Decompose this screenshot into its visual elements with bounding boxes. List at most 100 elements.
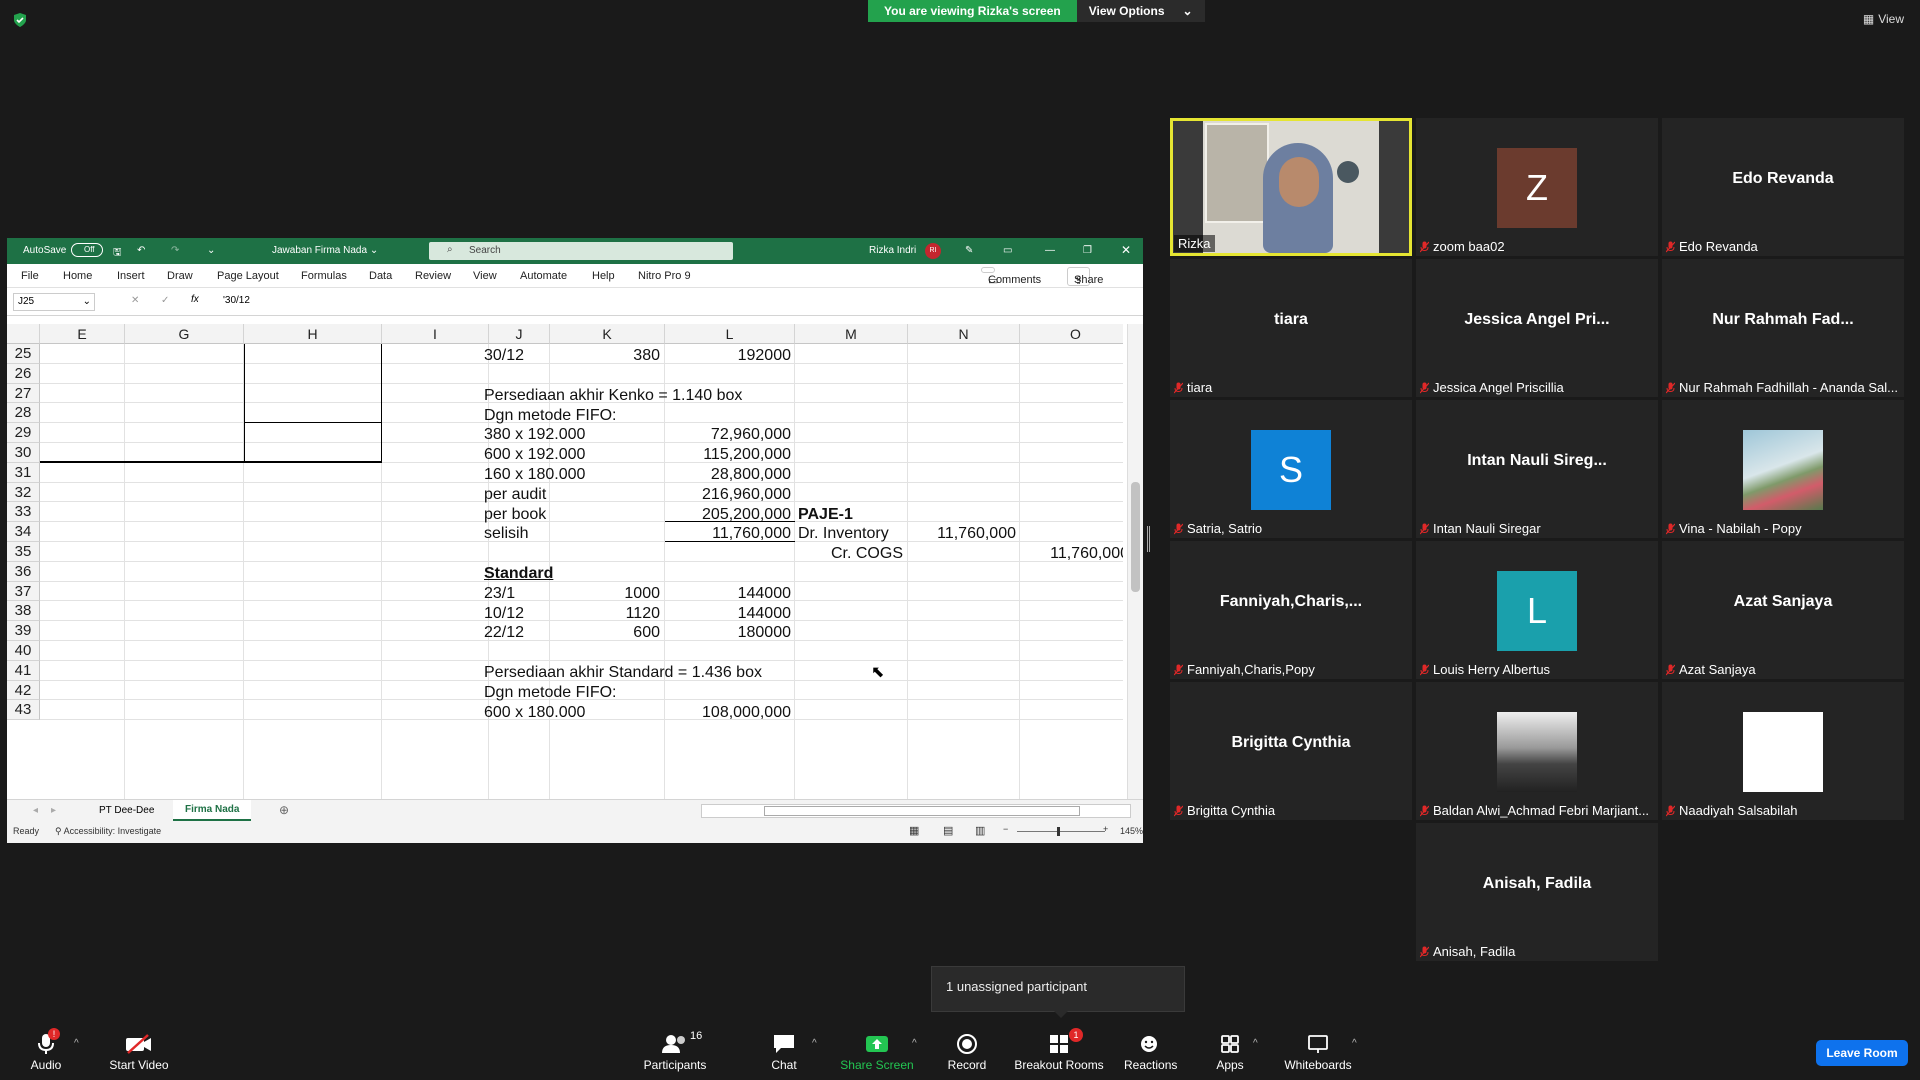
row-header[interactable]: 42	[7, 680, 40, 701]
normal-view-icon[interactable]: ▦	[909, 824, 919, 837]
cell[interactable]: 192000	[665, 344, 791, 368]
share-button[interactable]: ⇪ Share ⌄	[1067, 267, 1103, 287]
column-header[interactable]: N	[908, 324, 1020, 344]
column-header[interactable]: G	[125, 324, 244, 344]
participant-tile[interactable]: tiara tiara	[1170, 259, 1412, 397]
spreadsheet-grid[interactable]: E G H I J K L M N O 25 26 27 28 29 30 31 32 33 34…	[7, 324, 1123, 799]
row-header[interactable]: 38	[7, 601, 40, 622]
cell[interactable]: 22/12	[484, 621, 524, 645]
participant-tile[interactable]: Naadiyah Salsabilah	[1662, 682, 1904, 820]
participant-tile[interactable]: Intan Nauli Sireg... Intan Nauli Siregar	[1416, 400, 1658, 538]
user-avatar[interactable]: RI	[925, 243, 941, 259]
horizontal-scrollbar[interactable]	[701, 804, 1131, 818]
view-button[interactable]: ▦ View	[1863, 12, 1904, 26]
row-header[interactable]: 43	[7, 700, 40, 721]
close-icon[interactable]: ✕	[1121, 243, 1131, 257]
cell[interactable]: 600 x 180.000	[484, 701, 585, 719]
chat-button[interactable]: Chat	[764, 1030, 804, 1072]
participant-tile[interactable]: Brigitta Cynthia Brigitta Cynthia	[1170, 682, 1412, 820]
row-header[interactable]: 35	[7, 542, 40, 562]
redo-icon[interactable]: ↷	[171, 245, 179, 256]
autosave-toggle[interactable]: Off	[71, 243, 103, 257]
menu-data[interactable]: Data	[369, 270, 392, 282]
undo-icon[interactable]: ↶	[137, 245, 145, 256]
column-header[interactable]: L	[665, 324, 795, 344]
cell[interactable]: 11,760,000	[665, 522, 791, 546]
row-header[interactable]: 41	[7, 660, 40, 681]
share-options-caret[interactable]: ^	[912, 1038, 917, 1049]
column-header[interactable]: H	[244, 324, 382, 344]
restore-icon[interactable]: ❐	[1083, 245, 1092, 256]
zoom-in-icon[interactable]: +	[1103, 824, 1108, 834]
row-header[interactable]: 30	[7, 443, 40, 463]
apps-button[interactable]: Apps	[1210, 1030, 1250, 1072]
column-header[interactable]: K	[550, 324, 665, 344]
row-header[interactable]: 27	[7, 383, 40, 404]
sheet-tab[interactable]: PT Dee-Dee	[99, 805, 154, 816]
row-header[interactable]: 28	[7, 403, 40, 424]
formula-input[interactable]: '30/12	[223, 295, 250, 306]
row-header[interactable]: 31	[7, 462, 40, 483]
column-header[interactable]: J	[489, 324, 550, 344]
apps-options-caret[interactable]: ^	[1253, 1038, 1258, 1049]
prev-sheet-icon[interactable]: ◂	[33, 805, 38, 816]
document-title[interactable]: Jawaban Firma Nada ⌄	[272, 245, 378, 256]
ribbon-display-icon[interactable]: ▭	[1003, 245, 1012, 256]
participant-tile[interactable]: Edo Revanda Edo Revanda	[1662, 118, 1904, 256]
menu-help[interactable]: Help	[592, 270, 615, 282]
menu-view[interactable]: View	[473, 270, 497, 282]
participant-tile[interactable]: L Louis Herry Albertus	[1416, 541, 1658, 679]
menu-review[interactable]: Review	[415, 270, 451, 282]
participant-tile[interactable]: Fanniyah,Charis,... Fanniyah,Charis,Popy	[1170, 541, 1412, 679]
cell[interactable]: 108,000,000	[665, 701, 791, 719]
page-layout-icon[interactable]: ▤	[943, 824, 953, 837]
cell[interactable]: 11,760,000	[1020, 542, 1123, 566]
menu-draw[interactable]: Draw	[167, 270, 193, 282]
scrollbar-thumb[interactable]	[1131, 482, 1140, 592]
select-all[interactable]	[7, 324, 40, 344]
row-header[interactable]: 33	[7, 502, 40, 523]
participant-tile[interactable]: Azat Sanjaya Azat Sanjaya	[1662, 541, 1904, 679]
participant-tile[interactable]: S Satria, Satrio	[1170, 400, 1412, 538]
function-icon[interactable]: fx	[191, 294, 199, 305]
participant-tile[interactable]: Baldan Alwi_Achmad Febri Marjiant...	[1416, 682, 1658, 820]
search-input[interactable]: ⌕ Search	[429, 242, 733, 260]
row-header[interactable]: 25	[7, 344, 40, 364]
zoom-slider[interactable]	[1017, 831, 1105, 832]
column-header[interactable]: E	[40, 324, 125, 344]
cell[interactable]: 380	[550, 344, 660, 368]
zoom-thumb[interactable]	[1057, 827, 1060, 836]
menu-automate[interactable]: Automate	[520, 270, 567, 282]
menu-insert[interactable]: Insert	[117, 270, 145, 282]
breakout-rooms-button[interactable]: 1 Breakout Rooms	[1014, 1028, 1104, 1072]
column-header[interactable]: O	[1020, 324, 1123, 344]
menu-home[interactable]: Home	[63, 270, 92, 282]
shield-icon[interactable]	[12, 12, 28, 28]
cell[interactable]: 600	[550, 621, 660, 645]
enter-icon[interactable]: ✓	[161, 295, 169, 306]
cell[interactable]: 11,760,000	[908, 522, 1016, 546]
cell[interactable]: 180000	[665, 621, 791, 645]
participant-tile[interactable]: Rizka	[1170, 118, 1412, 256]
start-video-button[interactable]: Start Video	[104, 1030, 174, 1072]
column-header[interactable]: I	[382, 324, 489, 344]
participant-tile[interactable]: Anisah, Fadila Anisah, Fadila	[1416, 823, 1658, 961]
record-button[interactable]: Record	[944, 1030, 990, 1072]
comments-button[interactable]: ▭ Comments	[981, 267, 1041, 287]
row-header[interactable]: 34	[7, 522, 40, 542]
sheet-tab-active[interactable]: Firma Nada	[173, 800, 252, 821]
zoom-level[interactable]: 145%	[1120, 826, 1143, 836]
row-header[interactable]: 39	[7, 621, 40, 641]
audio-button[interactable]: ! Audio	[24, 1028, 68, 1072]
page-break-icon[interactable]: ▥	[975, 824, 985, 837]
cell[interactable]: 30/12	[484, 344, 524, 368]
cancel-icon[interactable]: ✕	[131, 295, 139, 306]
scrollbar-thumb[interactable]	[764, 806, 1080, 816]
view-options-button[interactable]: View Options ⌄	[1076, 0, 1205, 22]
chat-options-caret[interactable]: ^	[812, 1038, 817, 1049]
menu-file[interactable]: File	[21, 270, 39, 282]
leave-room-button[interactable]: Leave Room	[1816, 1040, 1908, 1066]
vertical-scrollbar[interactable]	[1127, 324, 1143, 799]
whiteboards-button[interactable]: Whiteboards	[1282, 1030, 1354, 1072]
participant-tile[interactable]: Zzoom baa02	[1416, 118, 1658, 256]
